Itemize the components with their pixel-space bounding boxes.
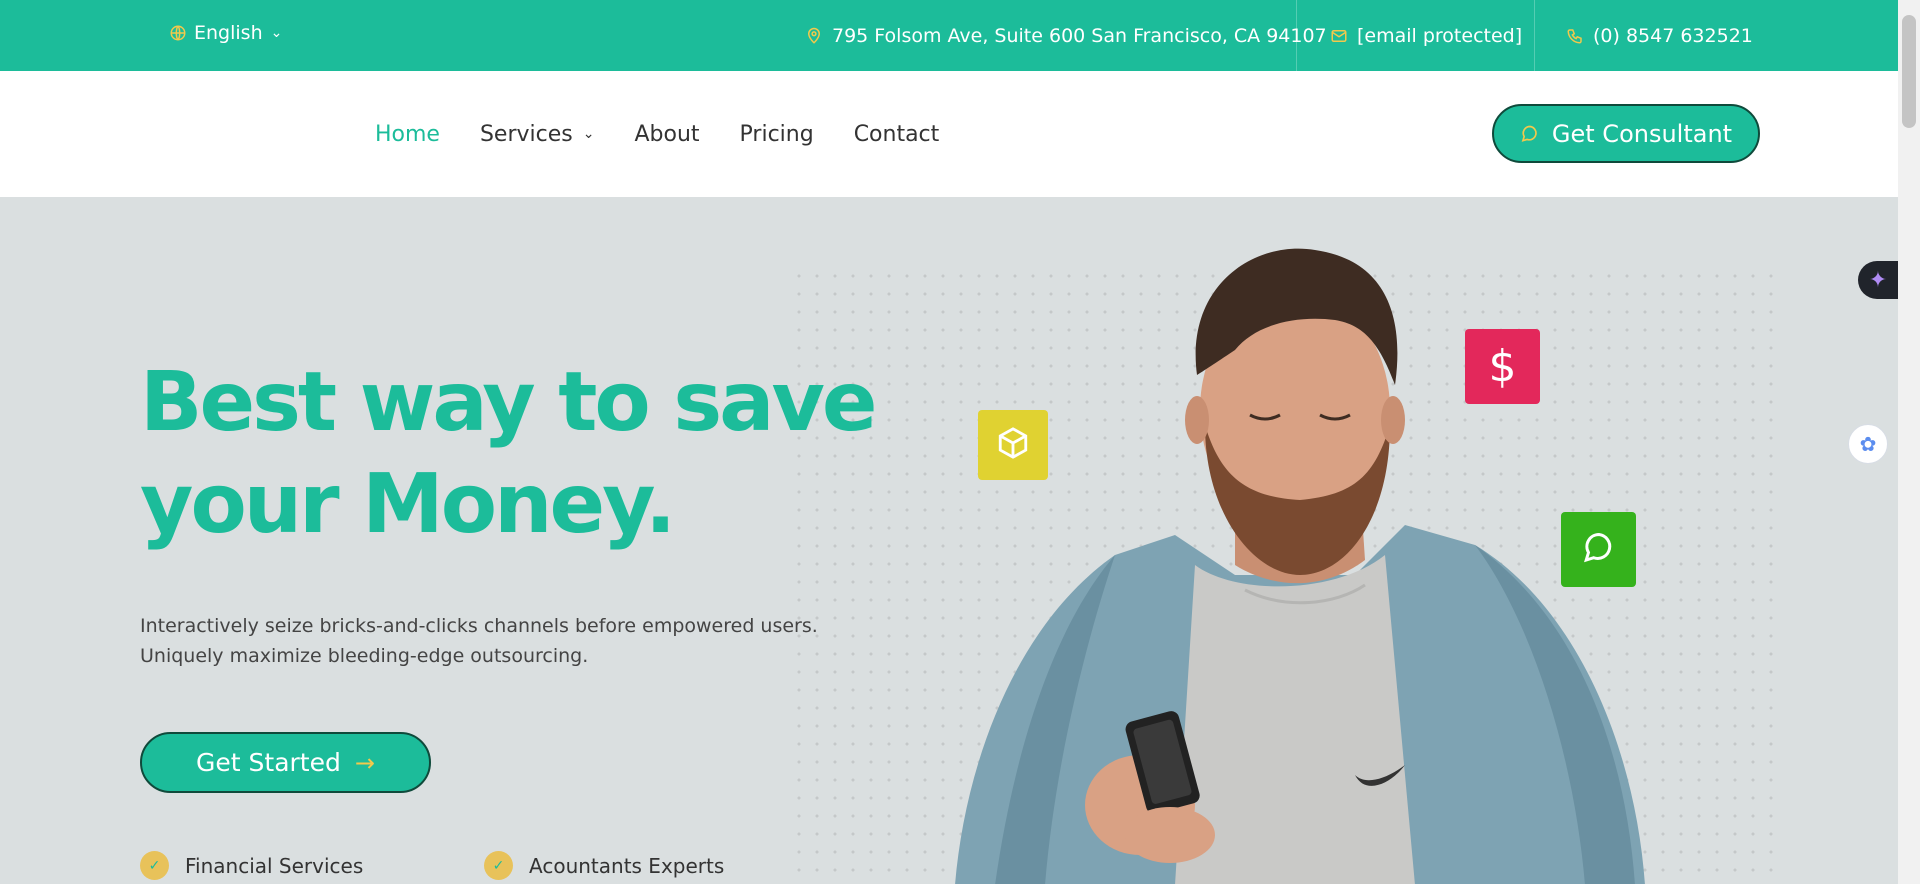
get-started-button[interactable]: Get Started → bbox=[140, 732, 431, 793]
nav-contact-label: Contact bbox=[853, 121, 940, 147]
map-pin-icon bbox=[804, 26, 824, 46]
chevron-down-icon: ⌄ bbox=[582, 126, 595, 142]
hero-section: Best way to save your Money. Interactive… bbox=[0, 197, 1898, 884]
nav-item-contact[interactable]: Contact bbox=[854, 122, 940, 147]
assistant-icon: ✿ bbox=[1859, 432, 1877, 456]
phone-link[interactable]: (0) 8547 632521 bbox=[1534, 0, 1753, 71]
phone-text: (0) 8547 632521 bbox=[1593, 24, 1753, 47]
assistant-widget-button[interactable]: ✿ bbox=[1848, 424, 1888, 464]
page-scrollbar[interactable] bbox=[1898, 0, 1920, 884]
nav-services-label: Services bbox=[479, 121, 573, 147]
hero-subtitle-line2: Uniquely maximize bleeding-edge outsourc… bbox=[140, 645, 589, 667]
mail-icon bbox=[1329, 26, 1349, 46]
dollar-icon: $ bbox=[1488, 341, 1517, 392]
nav-item-services[interactable]: Services ⌄ bbox=[480, 122, 595, 147]
email-link[interactable]: [email protected] bbox=[1296, 0, 1522, 71]
sparkle-icon: ✦ bbox=[1868, 267, 1888, 293]
nav-item-about[interactable]: About bbox=[634, 122, 699, 147]
hero-headline-line2: your Money. bbox=[140, 457, 676, 552]
address-info: 795 Folsom Ave, Suite 600 San Francisco,… bbox=[804, 0, 1327, 71]
chat-bubble-icon bbox=[1520, 124, 1540, 144]
chat-tile bbox=[1561, 512, 1636, 587]
address-text: 795 Folsom Ave, Suite 600 San Francisco,… bbox=[832, 24, 1327, 47]
globe-icon bbox=[168, 23, 188, 43]
feature-label: Acountants Experts bbox=[529, 853, 725, 878]
cube-icon bbox=[996, 426, 1030, 464]
phone-icon bbox=[1565, 26, 1585, 46]
nav-home-label: Home bbox=[375, 121, 440, 147]
nav-pricing-label: Pricing bbox=[739, 121, 814, 147]
scrollbar-thumb[interactable] bbox=[1902, 15, 1916, 128]
check-icon: ✓ bbox=[484, 851, 513, 880]
feature-item: ✓ Financial Services bbox=[140, 851, 363, 880]
hero-subtitle-line1: Interactively seize bricks-and-clicks ch… bbox=[140, 615, 818, 637]
hero-person-image bbox=[955, 248, 1645, 884]
hero-headline: Best way to save your Money. bbox=[140, 352, 878, 556]
cube-tile bbox=[978, 410, 1048, 480]
sparkle-widget-button[interactable]: ✦ bbox=[1858, 261, 1898, 299]
chevron-down-icon: ⌄ bbox=[270, 25, 283, 41]
nav-item-pricing[interactable]: Pricing bbox=[740, 122, 814, 147]
get-consultant-button[interactable]: Get Consultant bbox=[1492, 104, 1760, 163]
chat-icon bbox=[1581, 530, 1617, 570]
hero-headline-line1: Best way to save bbox=[140, 355, 878, 450]
primary-nav: Home Services ⌄ About Pricing Contact bbox=[375, 71, 939, 197]
language-label: English bbox=[194, 22, 263, 44]
dollar-tile: $ bbox=[1465, 329, 1540, 404]
check-icon: ✓ bbox=[140, 851, 169, 880]
feature-label: Financial Services bbox=[185, 853, 364, 878]
get-consultant-label: Get Consultant bbox=[1551, 119, 1733, 148]
feature-item: ✓ Acountants Experts bbox=[484, 851, 724, 880]
arrow-right-icon: → bbox=[354, 748, 375, 777]
hero-subtitle: Interactively seize bricks-and-clicks ch… bbox=[140, 611, 818, 671]
nav-about-label: About bbox=[634, 121, 700, 147]
top-bar: English ⌄ 795 Folsom Ave, Suite 600 San … bbox=[0, 0, 1898, 71]
nav-item-home[interactable]: Home bbox=[375, 122, 440, 147]
email-text: [email protected] bbox=[1357, 24, 1523, 47]
get-started-label: Get Started bbox=[196, 748, 341, 777]
language-selector[interactable]: English ⌄ bbox=[168, 22, 282, 44]
